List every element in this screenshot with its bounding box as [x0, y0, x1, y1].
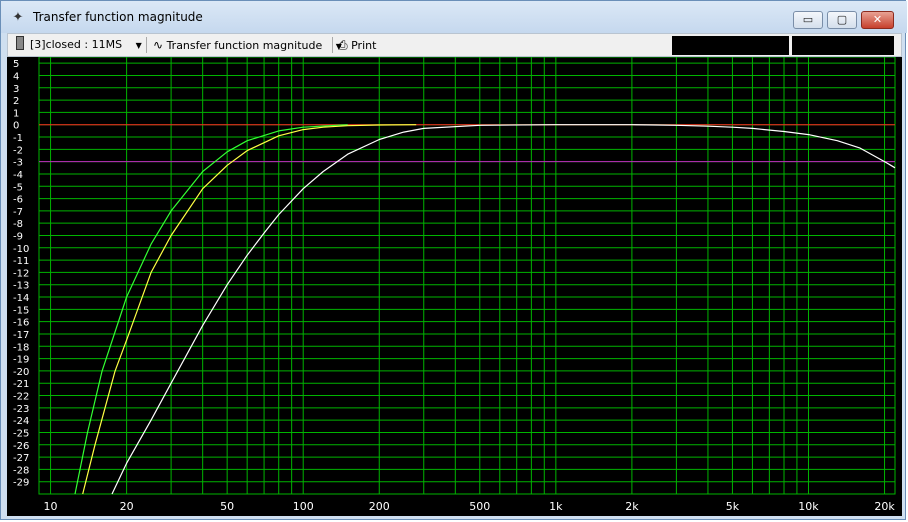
x-tick-label: 200 — [369, 500, 390, 513]
y-tick-label: -14 — [13, 293, 29, 304]
toolbar-separator — [332, 37, 333, 53]
title-bar[interactable]: ✦ Transfer function magnitude ▭ ▢ ✕ — [1, 1, 907, 33]
y-tick-label: -18 — [13, 342, 29, 353]
measurement-icon — [16, 36, 24, 50]
x-tick-label: 10k — [798, 500, 819, 513]
y-tick-label: -22 — [13, 392, 29, 403]
y-tick-label: -21 — [13, 379, 29, 390]
y-tick-label: -4 — [13, 170, 23, 181]
x-tick-label: 50 — [220, 500, 234, 513]
view-selector[interactable]: ∿ Transfer function magnitude ▼ — [153, 36, 342, 54]
x-tick-label: 500 — [469, 500, 490, 513]
y-tick-label: -26 — [13, 441, 29, 452]
y-tick-label: 4 — [13, 71, 19, 82]
y-tick-label: 0 — [13, 121, 19, 132]
y-tick-label: -24 — [13, 416, 29, 427]
x-tick-label: 1k — [549, 500, 563, 513]
y-tick-label: 1 — [13, 108, 19, 119]
toolbar: [3]closed : 11MS ▼ ∿ Transfer function m… — [7, 33, 902, 57]
toolbar-separator — [146, 37, 147, 53]
close-button[interactable]: ✕ — [861, 11, 894, 29]
y-tick-label: -1 — [13, 133, 23, 144]
x-tick-label: 20 — [120, 500, 134, 513]
view-selector-label: Transfer function magnitude — [166, 39, 323, 52]
y-tick-label: -20 — [13, 367, 29, 378]
y-tick-label: -8 — [13, 219, 23, 230]
maximize-button[interactable]: ▢ — [827, 11, 857, 29]
y-tick-label: -10 — [13, 244, 29, 255]
x-tick-label: 100 — [293, 500, 314, 513]
x-tick-label: 20k — [874, 500, 895, 513]
y-tick-label: 5 — [13, 59, 19, 70]
minimize-button[interactable]: ▭ — [793, 11, 823, 29]
y-tick-label: -12 — [13, 268, 29, 279]
y-tick-label: -28 — [13, 465, 29, 476]
y-tick-label: -27 — [13, 453, 29, 464]
y-tick-label: -3 — [13, 158, 23, 169]
crosshair-icon: ✦ — [12, 10, 24, 25]
plot-area[interactable]: 5 4 3 2 1 0 -1 -2 -3 -4 -5 -6 -7 -8 -9 -10 -11 -12 -13 -14-… — [7, 57, 902, 516]
y-tick-label: -13 — [13, 281, 29, 292]
y-tick-label: -9 — [13, 231, 23, 242]
measurement-selector[interactable]: [3]closed : 11MS ▼ — [16, 36, 142, 54]
y-tick-label: -15 — [13, 305, 29, 316]
y-tick-label: -29 — [13, 478, 29, 489]
plot-frame — [38, 57, 896, 495]
y-tick-label: -5 — [13, 182, 23, 193]
wave-icon: ∿ — [153, 38, 164, 52]
y-tick-label: -16 — [13, 318, 29, 329]
y-tick-label: 3 — [13, 84, 19, 95]
printer-icon: ⎙ — [338, 38, 348, 52]
readout-box-left — [672, 36, 789, 55]
x-tick-label: 5k — [726, 500, 740, 513]
window-title: Transfer function magnitude — [33, 10, 203, 24]
print-label: Print — [351, 39, 377, 52]
y-tick-label: -7 — [13, 207, 23, 218]
y-tick-label: -19 — [13, 355, 29, 366]
y-tick-label: -11 — [13, 256, 29, 267]
y-tick-label: -17 — [13, 330, 29, 341]
y-tick-label: -23 — [13, 404, 29, 415]
measurement-selector-label: [3]closed : 11MS — [30, 38, 123, 51]
chevron-down-icon: ▼ — [135, 41, 142, 50]
readout-box-right — [792, 36, 894, 55]
app-window: ✦ Transfer function magnitude ▭ ▢ ✕ [3]c… — [0, 0, 907, 520]
print-button[interactable]: ⎙ Print — [338, 36, 376, 54]
y-tick-label: -25 — [13, 428, 29, 439]
y-tick-label: -2 — [13, 145, 23, 156]
y-tick-label: 2 — [13, 96, 19, 107]
y-tick-label: -6 — [13, 195, 23, 206]
x-tick-label: 10 — [44, 500, 58, 513]
transfer-function-chart[interactable]: 543210-1-2-3-4-5-6-7-8-9-10-11-12-13-14-… — [7, 57, 902, 516]
x-tick-label: 2k — [625, 500, 639, 513]
